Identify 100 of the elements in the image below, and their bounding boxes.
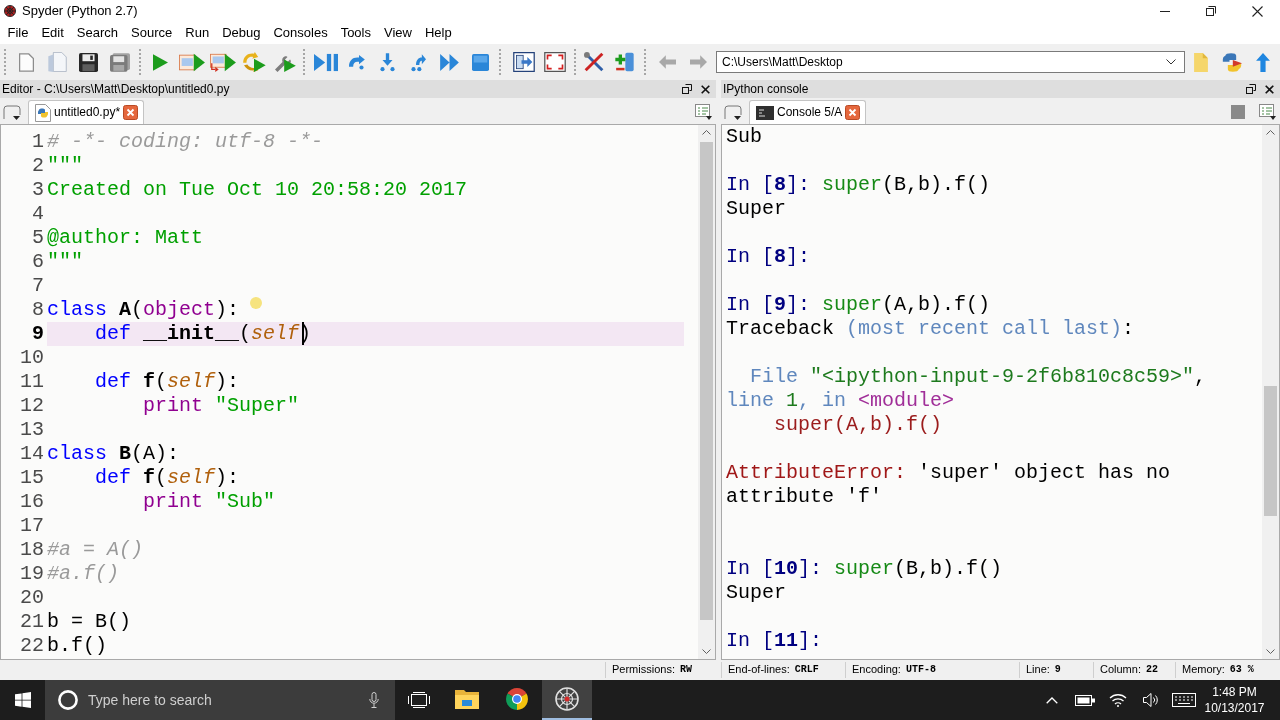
menu-item[interactable]: Consoles [266,24,335,42]
battery-icon[interactable] [1074,694,1095,706]
clock-date: 10/13/2017 [1204,700,1265,716]
search-field[interactable]: Type here to search [88,688,361,712]
close-icon[interactable] [1264,84,1274,94]
plus-panel-icon[interactable] [615,52,634,72]
line-number: 2 [31,154,45,178]
menu-item[interactable]: Debug [215,24,267,42]
microphone-icon[interactable] [369,692,379,708]
list-menu-icon[interactable] [1259,104,1276,120]
console-line: line 1, in <module> [726,389,956,413]
close-icon[interactable] [700,84,710,94]
crossed-tools-icon[interactable] [583,52,604,72]
menu-item[interactable]: Search [70,24,125,42]
restore-icon[interactable] [682,84,692,94]
chevron-down-icon[interactable] [702,649,711,654]
line-number: 9 [31,322,45,346]
up-arrow-icon[interactable] [1255,52,1270,72]
cell-play-icon[interactable] [178,52,205,72]
file-icon [35,103,51,122]
menu-item[interactable]: File [1,24,35,42]
console-line: In [8]: super(B,b).f() [726,173,992,197]
scroll-thumb[interactable] [700,142,713,620]
menu-item[interactable]: Source [124,24,179,42]
console-line: In [10]: super(B,b).f() [726,557,1004,581]
menu-item[interactable]: Help [418,24,459,42]
menu-item[interactable]: Edit [34,24,71,42]
code-line: b = B() [47,610,131,634]
menu-item[interactable]: Run [178,24,216,42]
play-pause-icon[interactable] [313,52,338,72]
line-number: 5 [31,226,45,250]
floppy-icon[interactable] [79,52,98,72]
list-menu-icon[interactable] [695,104,712,120]
console-line: Traceback (most recent call last): [726,317,1136,341]
status-field: Permissions: RW [605,662,721,678]
console-line: File "<ipython-input-9-2f6b810c8c59>", [749,365,1208,389]
pane-title: Editor - C:\Users\Matt\Desktop\untitled0.py [2,81,230,97]
folder-icon[interactable] [455,689,479,709]
curved-arrow-icon[interactable] [348,54,365,70]
file-tab[interactable]: untitled0.py* [28,100,145,124]
stop-icon[interactable] [472,53,489,71]
status-field: Line: 9 [1019,662,1093,678]
play-icon[interactable] [153,53,168,71]
code-line: def f(self): [94,370,240,394]
windows-icon[interactable] [14,692,31,708]
line-number: 12 [19,394,45,418]
line-number: 21 [19,610,45,634]
up-arrow-dots-icon[interactable] [411,52,426,72]
down-arrow-dots-icon[interactable] [380,52,395,72]
scroll-thumb[interactable] [1264,386,1277,516]
restore-icon[interactable] [1206,6,1216,16]
console-line: Sub [726,125,763,149]
console-tab[interactable]: Console 5/A [749,100,867,124]
task-view-icon[interactable] [407,692,430,708]
code-line: def f(self): [94,466,240,490]
restore-icon[interactable] [1246,84,1256,94]
web-logo-icon[interactable] [555,687,579,711]
code-line: Created on Tue Oct 10 20:58:20 2017 [47,178,468,202]
scrollbar[interactable] [698,125,715,659]
search-box[interactable]: Type here to search [45,680,395,720]
console-line: attribute 'f' [726,485,884,509]
code-line: @author: Matt [47,226,204,250]
arrows-play-icon[interactable] [241,52,266,72]
tab-list-icon[interactable] [724,104,742,120]
line-number: 20 [19,586,45,610]
menu-item[interactable]: Tools [334,24,378,42]
pointer-highlight-icon [250,297,262,309]
scrollbar[interactable] [1262,125,1279,659]
code-line: #a.f() [47,562,119,586]
blank-page-icon[interactable] [19,52,34,72]
status-field: End-of-lines: CRLF [721,662,845,678]
menu-item[interactable]: View [377,24,419,42]
cell-advance-icon[interactable] [209,52,236,72]
caret-icon[interactable] [1166,59,1176,65]
line-number: 7 [31,274,45,298]
line-number: 8 [31,298,45,322]
tab-list-icon[interactable] [3,104,21,120]
code-line: """ [47,154,83,178]
fullscreen-icon[interactable] [543,52,566,72]
snakes-icon[interactable] [1221,52,1242,72]
minimize-icon[interactable] [1160,10,1170,12]
speaker-icon[interactable] [1142,693,1159,707]
code-line: #a = A() [47,538,143,562]
line-number: 16 [19,490,45,514]
console-line: Super [726,197,787,221]
close-icon[interactable] [1251,5,1263,17]
pane-title: IPython console [723,81,809,97]
line-number: 6 [31,250,45,274]
window-title: Spyder (Python 2.7) [22,3,138,19]
browser-icon[interactable] [506,688,528,710]
directory-combo[interactable]: C:\Users\Matt\Desktop [716,51,1185,73]
code-line: class B(A): [47,442,180,466]
line-number: 14 [19,442,45,466]
floppy-disks-icon[interactable] [109,52,130,72]
code-line: class A(object): [47,298,240,322]
fast-forward-icon[interactable] [440,53,459,71]
terminal-icon [756,105,774,120]
keyboard-icon[interactable] [1171,693,1196,707]
chevron-down-icon[interactable] [1266,649,1275,654]
wifi-icon[interactable] [1108,693,1127,707]
